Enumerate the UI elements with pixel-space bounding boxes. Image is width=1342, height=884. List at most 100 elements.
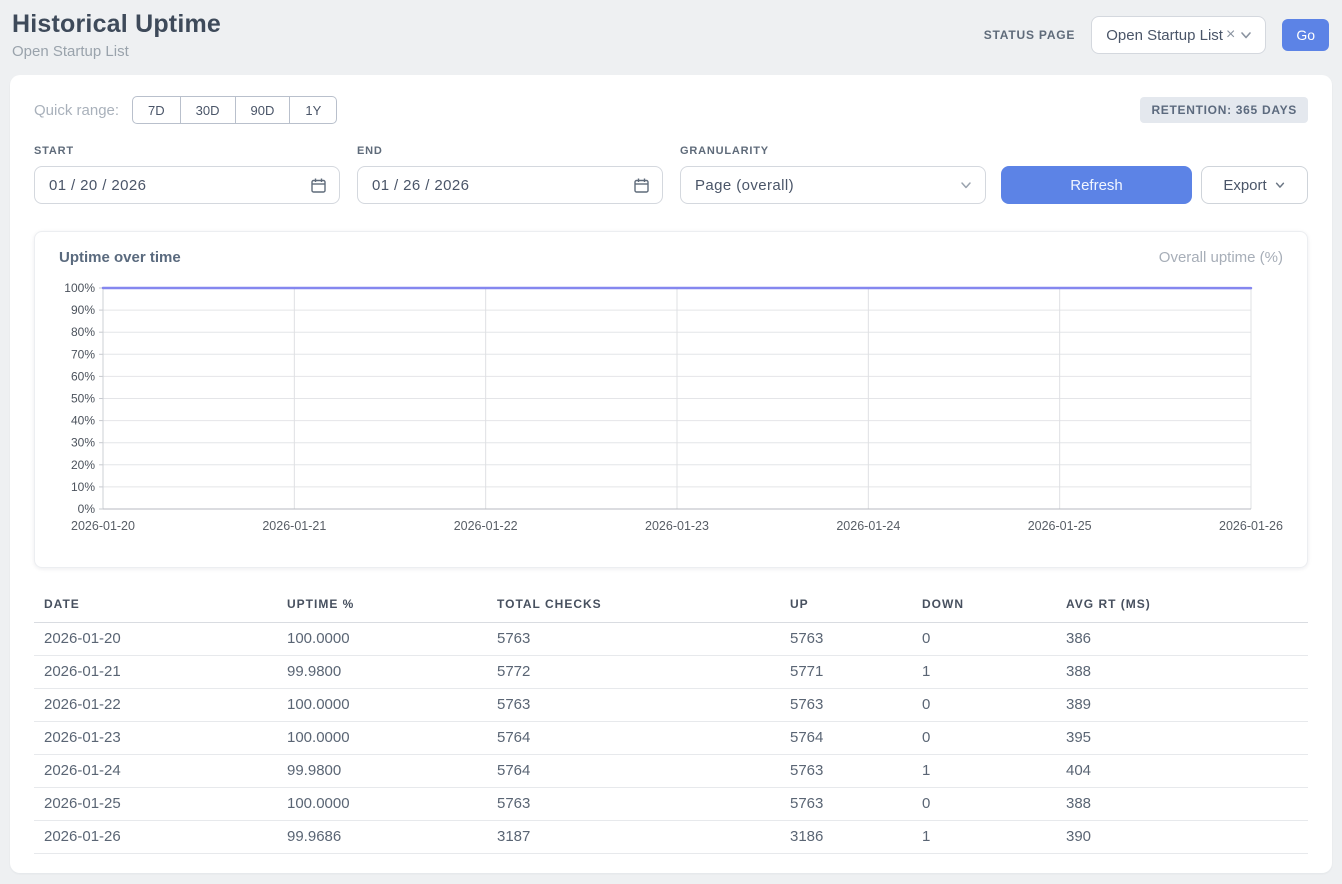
end-date-value: 01 / 26 / 2026 [372,177,469,194]
refresh-button[interactable]: Refresh [1001,166,1192,204]
column-header: DATE [34,589,277,623]
table-row: 2026-01-2699.9686318731861390 [34,821,1308,854]
svg-text:0%: 0% [78,502,96,516]
chart-legend: Overall uptime (%) [1159,249,1283,266]
controls-row: START 01 / 20 / 2026 END 01 / 26 / 2026 … [34,145,1308,204]
table-row: 2026-01-22100.0000576357630389 [34,689,1308,722]
svg-text:2026-01-20: 2026-01-20 [71,519,135,533]
table-cell: 5763 [780,689,912,722]
table-cell: 404 [1056,755,1308,788]
table-cell: 99.9800 [277,755,487,788]
table-cell: 3187 [487,821,780,854]
granularity-label: GRANULARITY [680,145,986,157]
quick-range-button-1y[interactable]: 1Y [290,96,337,124]
table-cell: 395 [1056,722,1308,755]
page-subtitle: Open Startup List [12,43,221,60]
table-cell: 2026-01-21 [34,656,277,689]
column-header: UP [780,589,912,623]
svg-text:80%: 80% [71,325,95,339]
table-cell: 100.0000 [277,722,487,755]
start-date-field: START 01 / 20 / 2026 [34,145,340,204]
quick-range-button-7d[interactable]: 7D [132,96,181,124]
calendar-icon[interactable] [310,177,327,194]
start-date-input[interactable]: 01 / 20 / 2026 [34,166,340,204]
svg-text:2026-01-22: 2026-01-22 [454,519,518,533]
granularity-value: Page (overall) [695,177,794,194]
table-cell: 0 [912,689,1056,722]
export-button-label: Export [1223,177,1266,194]
column-header: DOWN [912,589,1056,623]
svg-text:2026-01-25: 2026-01-25 [1028,519,1092,533]
table-cell: 5764 [487,722,780,755]
end-label: END [357,145,663,157]
table-row: 2026-01-20100.0000576357630386 [34,623,1308,656]
column-header: AVG RT (MS) [1056,589,1308,623]
page-title: Historical Uptime [12,10,221,39]
calendar-icon[interactable] [633,177,650,194]
chart-area: 0%10%20%30%40%50%60%70%80%90%100%2026-01… [59,278,1283,545]
svg-text:2026-01-21: 2026-01-21 [262,519,326,533]
table-cell: 3186 [780,821,912,854]
table-cell: 99.9686 [277,821,487,854]
quick-range-group: 7D30D90D1Y [132,96,337,124]
table-cell: 5764 [487,755,780,788]
chevron-down-icon [1239,28,1253,42]
svg-text:60%: 60% [71,369,95,383]
svg-text:70%: 70% [71,347,95,361]
table-cell: 1 [912,755,1056,788]
chart-card: Uptime over time Overall uptime (%) 0% 10… [34,231,1308,568]
table-cell: 0 [912,722,1056,755]
top-header: Historical Uptime Open Startup List STAT… [0,0,1342,72]
retention-badge: RETENTION: 365 DAYS [1140,97,1308,123]
table-cell: 99.9800 [277,656,487,689]
table-cell: 5763 [487,788,780,821]
table-cell: 2026-01-26 [34,821,277,854]
main-card: Quick range: 7D30D90D1Y RETENTION: 365 D… [10,75,1332,873]
header-right: STATUS PAGE Open Startup List × Go [984,16,1329,54]
table-row: 2026-01-25100.0000576357630388 [34,788,1308,821]
quick-range-row: Quick range: 7D30D90D1Y RETENTION: 365 D… [34,96,1308,124]
chevron-down-icon [1274,179,1286,191]
table-cell: 2026-01-24 [34,755,277,788]
uptime-chart: 0%10%20%30%40%50%60%70%80%90%100%2026-01… [59,278,1283,540]
svg-text:90%: 90% [71,303,95,317]
title-block: Historical Uptime Open Startup List [12,10,221,60]
table-cell: 388 [1056,656,1308,689]
table-cell: 5771 [780,656,912,689]
table-cell: 388 [1056,788,1308,821]
table-cell: 100.0000 [277,788,487,821]
go-button[interactable]: Go [1282,19,1329,51]
export-button[interactable]: Export [1201,166,1308,204]
chevron-down-icon [959,178,973,192]
quick-range-label: Quick range: [34,102,119,119]
svg-text:40%: 40% [71,414,95,428]
table-cell: 5763 [780,623,912,656]
end-date-input[interactable]: 01 / 26 / 2026 [357,166,663,204]
status-page-label: STATUS PAGE [984,28,1075,42]
clear-icon[interactable]: × [1226,27,1235,43]
status-page-select-value: Open Startup List [1106,27,1223,44]
table-cell: 390 [1056,821,1308,854]
table-cell: 5763 [780,788,912,821]
table-row: 2026-01-2199.9800577257711388 [34,656,1308,689]
svg-text:20%: 20% [71,458,95,472]
table-cell: 1 [912,821,1056,854]
table-cell: 0 [912,623,1056,656]
status-page-select[interactable]: Open Startup List × [1091,16,1266,54]
table-row: 2026-01-23100.0000576457640395 [34,722,1308,755]
quick-range-button-30d[interactable]: 30D [181,96,236,124]
table-cell: 5772 [487,656,780,689]
svg-text:10%: 10% [71,480,95,494]
chart-title: Uptime over time [59,249,181,266]
end-date-field: END 01 / 26 / 2026 [357,145,663,204]
svg-text:2026-01-26: 2026-01-26 [1219,519,1283,533]
table-cell: 2026-01-20 [34,623,277,656]
svg-text:2026-01-24: 2026-01-24 [836,519,900,533]
table-cell: 2026-01-22 [34,689,277,722]
granularity-select[interactable]: Page (overall) [680,166,986,204]
quick-range-button-90d[interactable]: 90D [236,96,291,124]
table-cell: 100.0000 [277,689,487,722]
table-cell: 100.0000 [277,623,487,656]
table-cell: 2026-01-25 [34,788,277,821]
table-cell: 5763 [487,689,780,722]
